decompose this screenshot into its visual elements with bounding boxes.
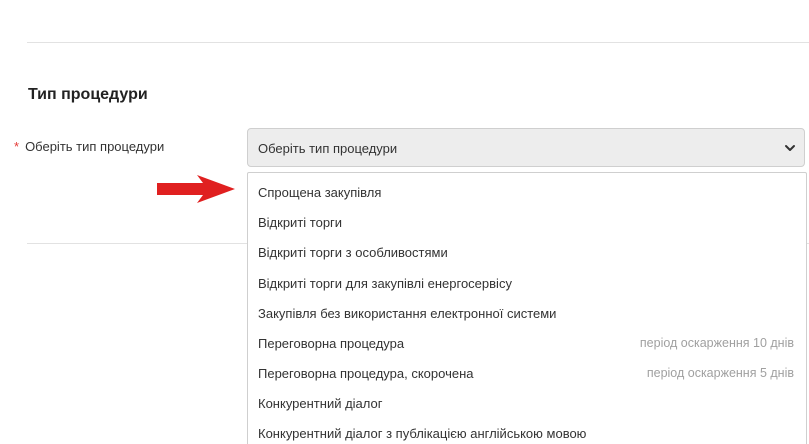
- option-label: Відкриті торги: [258, 215, 343, 230]
- option-label: Відкриті торги для закупівлі енергосерві…: [258, 276, 512, 291]
- option-label: Конкурентний діалог: [258, 396, 383, 411]
- option-label: Переговорна процедура: [258, 336, 405, 351]
- chevron-down-icon[interactable]: [784, 142, 796, 154]
- option-simplified-procurement[interactable]: Спрощена закупівля: [248, 177, 806, 207]
- option-label: Закупівля без використання електронної с…: [258, 306, 557, 321]
- red-arrow-right-icon: [157, 175, 235, 203]
- procedure-type-dropdown-list: Спрощена закупівля Відкриті торги Відкри…: [247, 172, 807, 444]
- select-value: Оберіть тип процедури: [258, 141, 398, 156]
- option-open-tenders-energy-service[interactable]: Відкриті торги для закупівлі енергосерві…: [248, 268, 806, 298]
- option-label: Переговорна процедура, скорочена: [258, 366, 474, 381]
- option-label: Спрощена закупівля: [258, 185, 382, 200]
- procedure-form-page: Тип процедури * Оберіть тип процедури Обе…: [0, 0, 809, 444]
- option-appeal-period-note: період оскарження 5 днів: [646, 366, 794, 380]
- option-label: Відкриті торги з особливостями: [258, 245, 448, 260]
- procedure-type-select[interactable]: Оберіть тип процедури: [247, 128, 805, 167]
- option-label: Конкурентний діалог з публікацією англій…: [258, 426, 587, 441]
- option-negotiation-procedure[interactable]: Переговорна процедура період оскарження …: [248, 328, 806, 358]
- required-mark: *: [14, 139, 20, 154]
- procedure-type-label: * Оберіть тип процедури: [14, 139, 164, 154]
- option-open-tenders-with-features[interactable]: Відкриті торги з особливостями: [248, 237, 806, 267]
- option-appeal-period-note: період оскарження 10 днів: [639, 336, 794, 350]
- option-competitive-dialogue[interactable]: Конкурентний діалог: [248, 388, 806, 418]
- option-competitive-dialogue-english[interactable]: Конкурентний діалог з публікацією англій…: [248, 418, 806, 444]
- option-procurement-without-system[interactable]: Закупівля без використання електронної с…: [248, 298, 806, 328]
- option-negotiation-procedure-short[interactable]: Переговорна процедура, скорочена період …: [248, 358, 806, 388]
- section-title: Тип процедури: [28, 86, 148, 103]
- procedure-type-label-text: Оберіть тип процедури: [25, 139, 165, 154]
- option-open-tenders[interactable]: Відкриті торги: [248, 207, 806, 237]
- top-divider: [27, 42, 809, 43]
